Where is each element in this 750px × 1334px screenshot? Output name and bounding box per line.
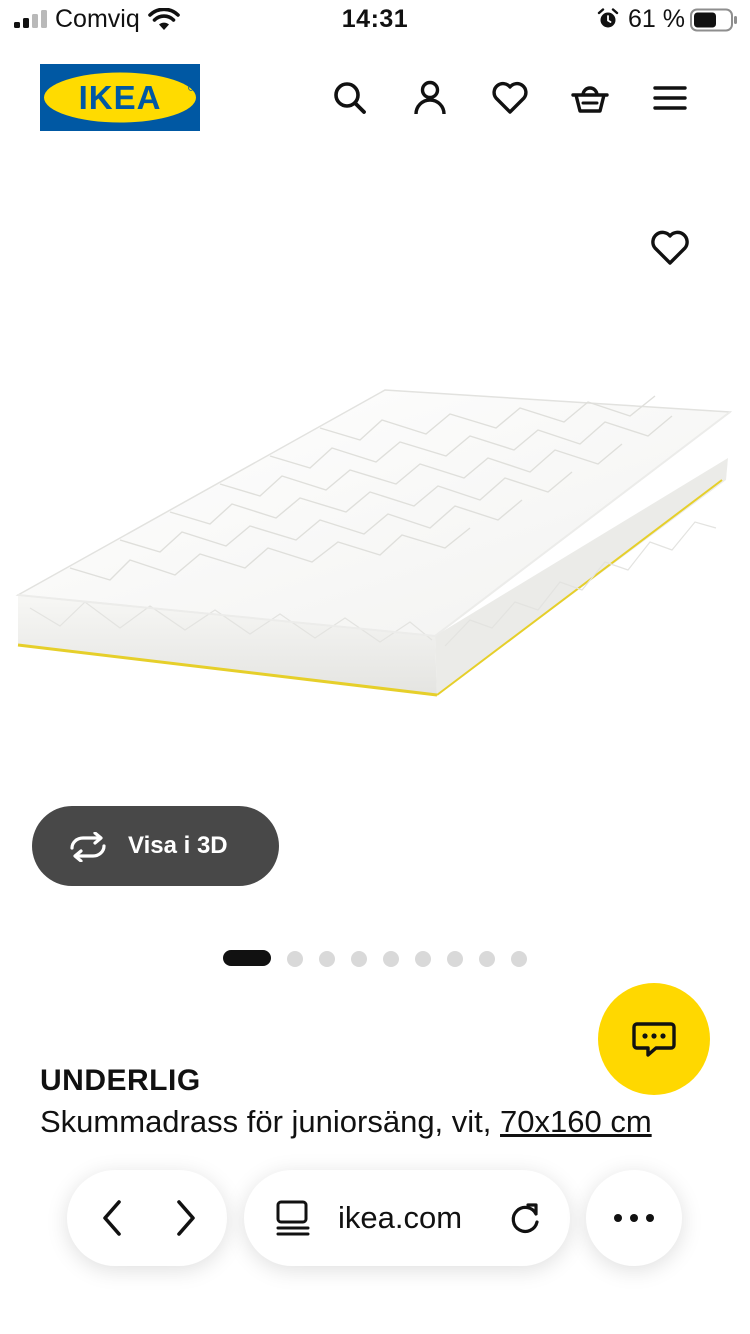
carousel-dot[interactable] <box>287 951 303 967</box>
product-description-text: Skummadrass för juniorsäng, vit, <box>40 1104 501 1139</box>
product-size-link[interactable]: 70x160 cm <box>500 1104 652 1139</box>
carousel-dot[interactable] <box>511 951 527 967</box>
alarm-icon <box>597 8 619 28</box>
battery-percentage: 61 % <box>628 5 685 33</box>
view-in-3d-button[interactable]: Visa i 3D <box>32 806 279 886</box>
rotate-3d-icon <box>70 832 106 862</box>
navigation-pill <box>67 1170 227 1266</box>
view-in-3d-label: Visa i 3D <box>128 832 228 859</box>
carousel-dot[interactable] <box>383 951 399 967</box>
back-icon[interactable] <box>91 1196 135 1240</box>
search-icon[interactable] <box>330 78 370 118</box>
account-icon[interactable] <box>410 78 450 118</box>
heart-icon[interactable] <box>490 78 530 118</box>
carousel-dot[interactable] <box>319 951 335 967</box>
carousel-dot[interactable] <box>479 951 495 967</box>
status-bar: Comviq 14:31 61 % <box>0 0 750 44</box>
logo-text: IKEA <box>79 79 162 116</box>
reload-icon[interactable] <box>506 1200 544 1238</box>
product-name: UNDERLIG <box>40 1064 201 1097</box>
product-description: Skummadrass för juniorsäng, vit, 70x160 … <box>40 1104 652 1140</box>
battery-icon <box>690 8 737 32</box>
product-image[interactable] <box>0 150 750 810</box>
url-text[interactable]: ikea.com <box>338 1200 462 1236</box>
site-header: IKEA <box>0 60 750 136</box>
mattress-image <box>15 389 733 697</box>
carousel-dot[interactable] <box>447 951 463 967</box>
chat-bubble-icon <box>632 1022 676 1057</box>
more-options-pill[interactable] <box>586 1170 682 1266</box>
reader-mode-icon[interactable] <box>274 1200 312 1236</box>
more-icon[interactable] <box>612 1210 656 1226</box>
image-carousel-dots <box>0 948 750 968</box>
chat-button[interactable] <box>598 983 710 1095</box>
basket-icon[interactable] <box>570 78 610 118</box>
menu-icon[interactable] <box>650 78 690 118</box>
address-bar[interactable]: ikea.com <box>244 1170 570 1266</box>
ikea-logo[interactable]: IKEA <box>40 64 200 131</box>
carousel-dot-active[interactable] <box>223 950 271 966</box>
save-to-favourites-icon[interactable] <box>648 226 692 270</box>
carousel-dot[interactable] <box>415 951 431 967</box>
carousel-dot[interactable] <box>351 951 367 967</box>
forward-icon[interactable] <box>163 1196 207 1240</box>
